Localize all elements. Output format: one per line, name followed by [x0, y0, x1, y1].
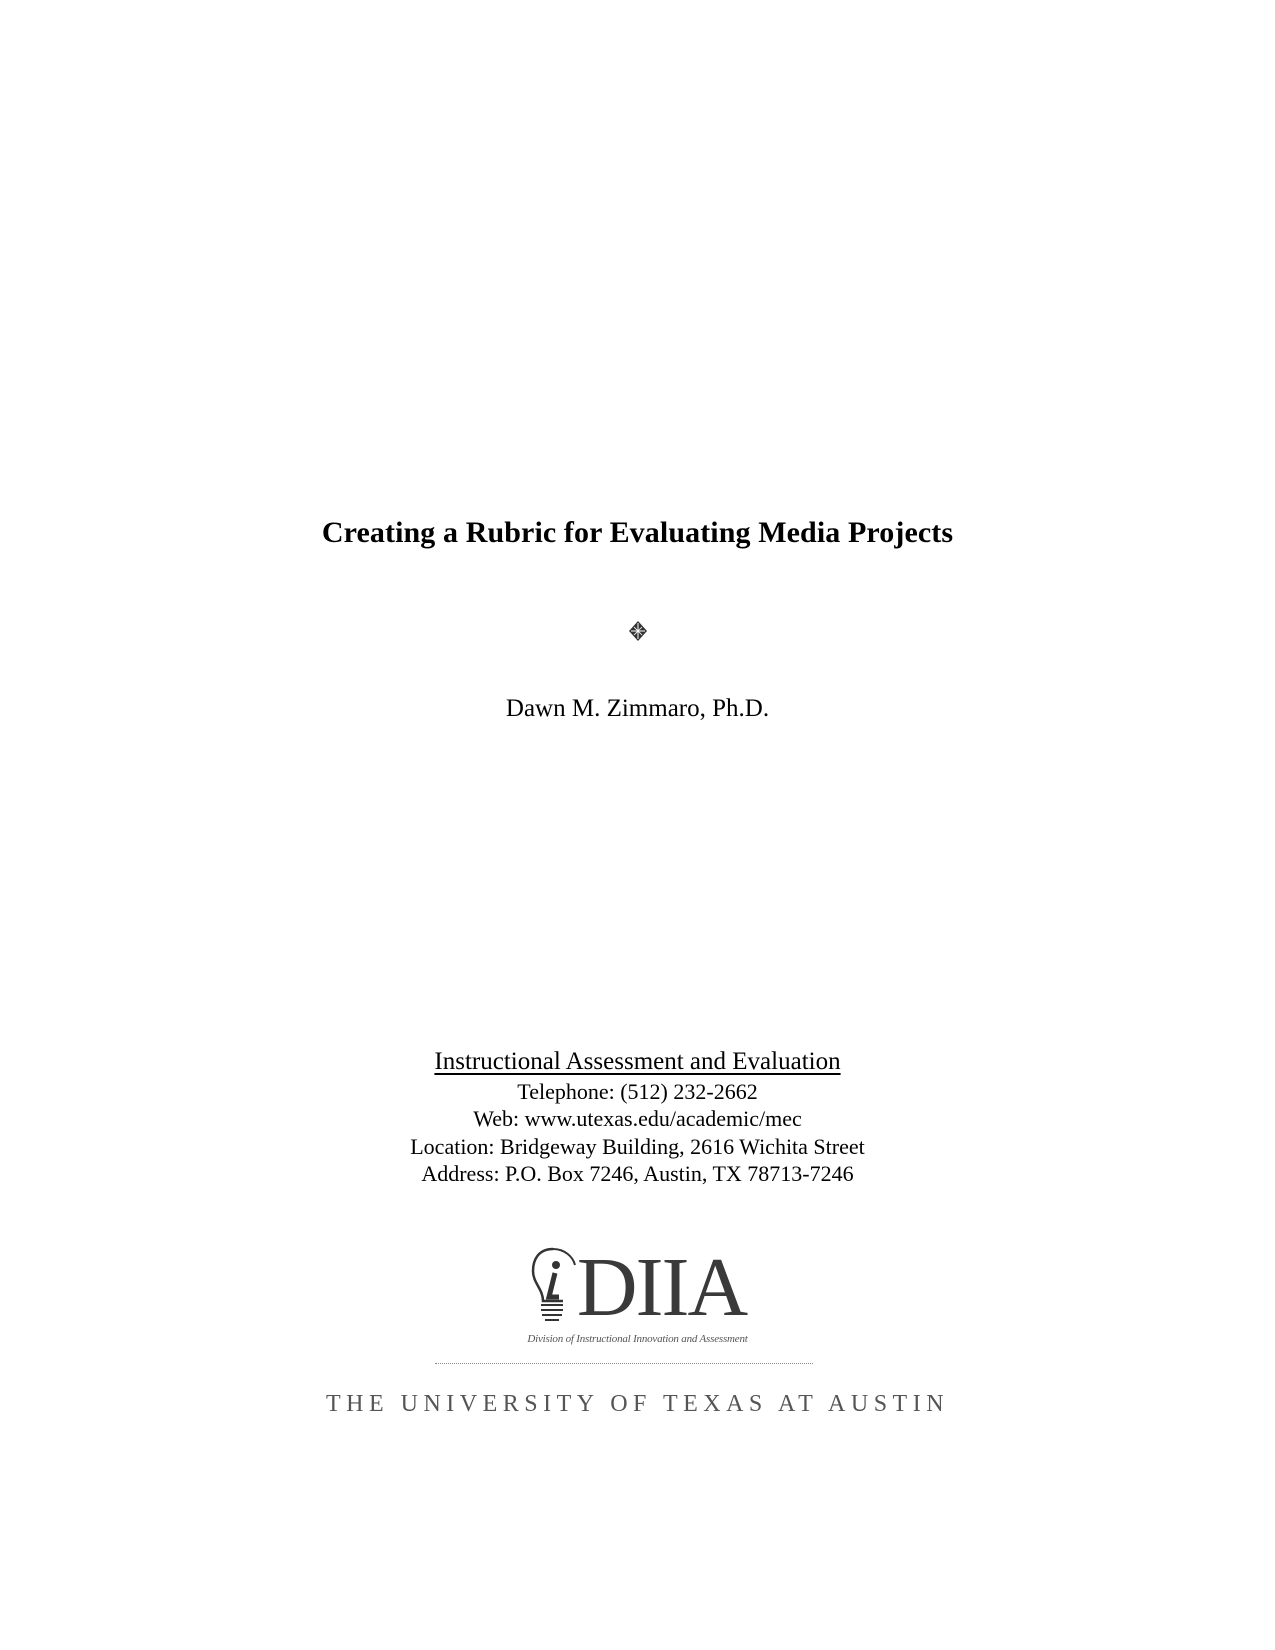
logo-text: DIIA	[576, 1241, 748, 1334]
organization-name: Instructional Assessment and Evaluation	[434, 1048, 841, 1075]
organization-block: Instructional Assessment and Evaluation …	[0, 1048, 1275, 1188]
document-title: Creating a Rubric for Evaluating Media P…	[321, 516, 954, 549]
university-name: THE UNIVERSITY OF TEXAS AT AUSTIN	[325, 1391, 950, 1417]
contact-location: Location: Bridgeway Building, 2616 Wichi…	[410, 1133, 865, 1159]
diamond-ornament-icon	[628, 621, 647, 641]
contact-address: Address: P.O. Box 7246, Austin, TX 78713…	[421, 1161, 854, 1186]
divider-rule	[435, 1363, 813, 1364]
lightbulb-i-icon	[531, 1247, 576, 1321]
ornament	[0, 620, 1275, 642]
author-name: Dawn M. Zimmaro, Ph.D.	[505, 695, 770, 722]
contact-telephone: Telephone: (512) 232-2662	[517, 1078, 758, 1104]
logo-tagline: Division of Instructional Innovation and…	[527, 1333, 748, 1345]
diia-logo: DIIA Division of Instructional Innovatio…	[0, 1241, 1275, 1346]
contact-web: Web: www.utexas.edu/academic/mec	[473, 1106, 802, 1131]
